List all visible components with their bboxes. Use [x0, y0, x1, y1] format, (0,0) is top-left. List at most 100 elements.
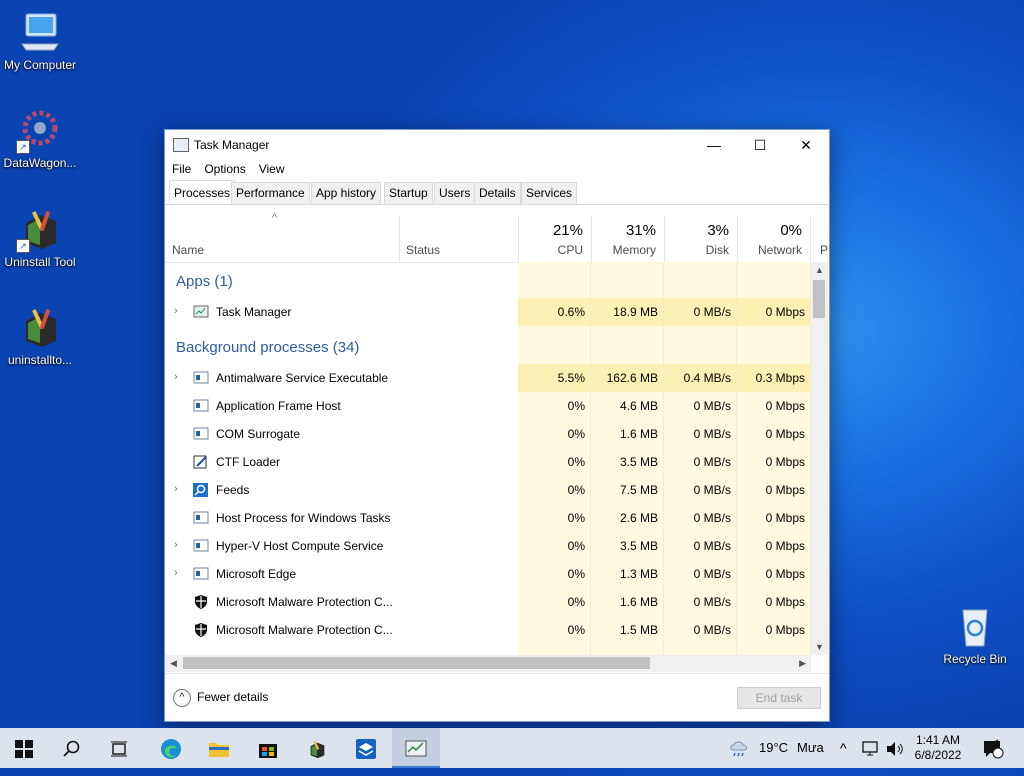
fewer-details-button[interactable]: ^ Fewer details — [173, 689, 268, 707]
task-manager-icon — [405, 740, 427, 757]
table-row[interactable]: COM Surrogate 0% 1.6 MB 0 MB/s 0 Mbps — [165, 420, 811, 448]
shortcut-arrow-icon: ↗ — [16, 140, 30, 154]
shield-icon — [193, 595, 209, 609]
tab-users[interactable]: Users — [434, 182, 476, 204]
group-header-background: Background processes (34) — [176, 339, 360, 356]
table-row[interactable]: Microsoft Malware Protection C... 0% 1.5… — [165, 616, 811, 644]
horizontal-scrollbar[interactable]: ◀ ▶ — [165, 655, 811, 672]
close-button[interactable]: ✕ — [783, 130, 829, 160]
scroll-right-icon[interactable]: ▶ — [799, 658, 806, 669]
vertical-scrollbar[interactable]: ▲ ▼ — [811, 262, 828, 655]
col-network-header[interactable]: 0% Network — [737, 216, 811, 262]
desktop-icon-uninstall-tool[interactable]: ↗ Uninstall Tool — [0, 205, 80, 269]
task-manager-window: Task Manager — ☐ ✕ File Options View Proce… — [164, 129, 830, 722]
end-task-button[interactable]: End task — [737, 687, 821, 709]
table-row[interactable]: › Hyper-V Host Compute Service 0% 3.5 MB… — [165, 532, 811, 560]
speaker-icon[interactable] — [886, 728, 904, 768]
expand-chevron-icon[interactable]: › — [174, 567, 178, 579]
desktop-icon-recycle-bin[interactable]: Recycle Bin — [935, 602, 1015, 666]
col-memory-header[interactable]: 31% Memory — [591, 216, 665, 262]
table-row[interactable]: › Antimalware Service Executable 5.5% 16… — [165, 364, 811, 392]
taskbar-edge[interactable] — [149, 728, 193, 768]
footer-bar: ^ Fewer details End task — [165, 673, 829, 722]
tab-strip: Processes Performance App history Startu… — [165, 180, 829, 205]
tab-performance[interactable]: Performance — [231, 182, 310, 204]
feeds-search-icon — [193, 483, 209, 497]
clock-date: 6/8/2022 — [914, 748, 962, 762]
expand-chevron-icon[interactable]: › — [174, 305, 178, 317]
gear-cluster-icon: ↗ — [16, 106, 64, 154]
box-tools-icon: ↗ — [16, 205, 64, 253]
menu-view[interactable]: View — [252, 160, 291, 176]
search-icon — [63, 740, 80, 757]
service-window-icon — [193, 539, 209, 553]
vertical-scroll-thumb[interactable] — [813, 280, 825, 318]
minimize-button[interactable]: — — [691, 130, 737, 160]
tab-app-history[interactable]: App history — [311, 182, 382, 204]
task-manager-icon — [193, 305, 209, 319]
menu-file[interactable]: File — [165, 160, 197, 176]
taskbar-uninstall-tool[interactable] — [295, 728, 339, 768]
network-icon[interactable] — [862, 728, 880, 768]
edge-browser-icon — [161, 739, 181, 760]
service-window-icon — [193, 511, 209, 525]
task-manager-icon — [173, 138, 189, 152]
tab-details[interactable]: Details — [474, 182, 521, 204]
desktop-icon-datawagon[interactable]: ↗ DataWagon... — [0, 106, 80, 170]
table-row[interactable]: › Task Manager 0.6% 18.9 MB 0 MB/s 0 Mbp… — [165, 298, 811, 326]
col-disk-header[interactable]: 3% Disk — [664, 216, 738, 262]
start-button[interactable] — [2, 728, 46, 768]
tab-startup[interactable]: Startup — [384, 182, 433, 204]
service-window-icon — [193, 427, 209, 441]
col-cpu-header[interactable]: 21% CPU — [518, 216, 592, 262]
col-power-header[interactable]: P — [820, 243, 828, 257]
chevron-up-icon[interactable]: ^ — [840, 728, 847, 768]
maximize-button[interactable]: ☐ — [737, 130, 783, 160]
desktop-icon-uninstallto[interactable]: uninstallto... — [0, 303, 80, 367]
group-header-apps: Apps (1) — [176, 273, 233, 290]
system-clock[interactable]: 1:41 AM 6/8/2022 — [908, 728, 968, 773]
col-status-header[interactable]: Status — [399, 216, 519, 262]
table-row[interactable]: Microsoft Malware Protection C... 0% 1.6… — [165, 588, 811, 616]
shield-icon — [193, 623, 209, 637]
expand-chevron-icon[interactable]: › — [174, 539, 178, 551]
taskbar-task-manager[interactable] — [392, 728, 440, 768]
weather-temperature[interactable]: 19°C — [759, 728, 788, 768]
process-list: Apps (1) › Task Manager 0.6% 18.9 MB 0 M… — [165, 262, 811, 655]
window-title: Task Manager — [194, 138, 270, 152]
expand-chevron-icon[interactable]: › — [174, 483, 178, 495]
taskbar-store[interactable] — [246, 728, 290, 768]
horizontal-scroll-thumb[interactable] — [183, 657, 650, 669]
task-view-button[interactable] — [97, 728, 141, 768]
notification-center-icon[interactable] — [982, 728, 1004, 768]
scroll-left-icon[interactable]: ◀ — [170, 658, 177, 669]
table-row[interactable]: CTF Loader 0% 3.5 MB 0 MB/s 0 Mbps — [165, 448, 811, 476]
tab-services[interactable]: Services — [521, 182, 578, 204]
scroll-up-icon[interactable]: ▲ — [815, 265, 824, 275]
search-button[interactable] — [50, 728, 94, 768]
computer-icon — [16, 8, 64, 56]
title-bar[interactable]: Task Manager — ☐ ✕ — [165, 130, 829, 160]
expand-chevron-icon[interactable]: › — [174, 371, 178, 383]
col-name-header[interactable]: Name — [165, 216, 400, 262]
desktop-icon-label: uninstallto... — [7, 353, 73, 367]
tab-processes[interactable]: Processes — [169, 180, 236, 203]
chevron-up-icon: ^ — [173, 689, 191, 707]
table-row[interactable]: › Microsoft Edge 0% 1.3 MB 0 MB/s 0 Mbps — [165, 560, 811, 588]
menu-options[interactable]: Options — [197, 160, 251, 176]
notification-count: 1 — [995, 738, 1001, 748]
service-window-icon — [193, 567, 209, 581]
weather-icon[interactable] — [728, 728, 750, 768]
taskbar-app-blue[interactable] — [344, 728, 388, 768]
taskbar: 19°C Mưa ^ 1:41 AM 6/8/2022 1 — [0, 728, 1024, 768]
table-row[interactable]: Host Process for Windows Tasks 0% 2.6 MB… — [165, 504, 811, 532]
taskbar-file-explorer[interactable] — [197, 728, 241, 768]
weather-condition[interactable]: Mưa — [797, 728, 824, 768]
recycle-bin-icon — [951, 602, 999, 650]
table-row[interactable]: › Feeds 0% 7.5 MB 0 MB/s 0 Mbps — [165, 476, 811, 504]
desktop-icon-my-computer[interactable]: My Computer — [0, 8, 80, 72]
box-tools-icon — [310, 740, 325, 759]
menu-bar: File Options View — [165, 160, 829, 180]
scroll-down-icon[interactable]: ▼ — [815, 642, 824, 652]
table-row[interactable]: Application Frame Host 0% 4.6 MB 0 MB/s … — [165, 392, 811, 420]
